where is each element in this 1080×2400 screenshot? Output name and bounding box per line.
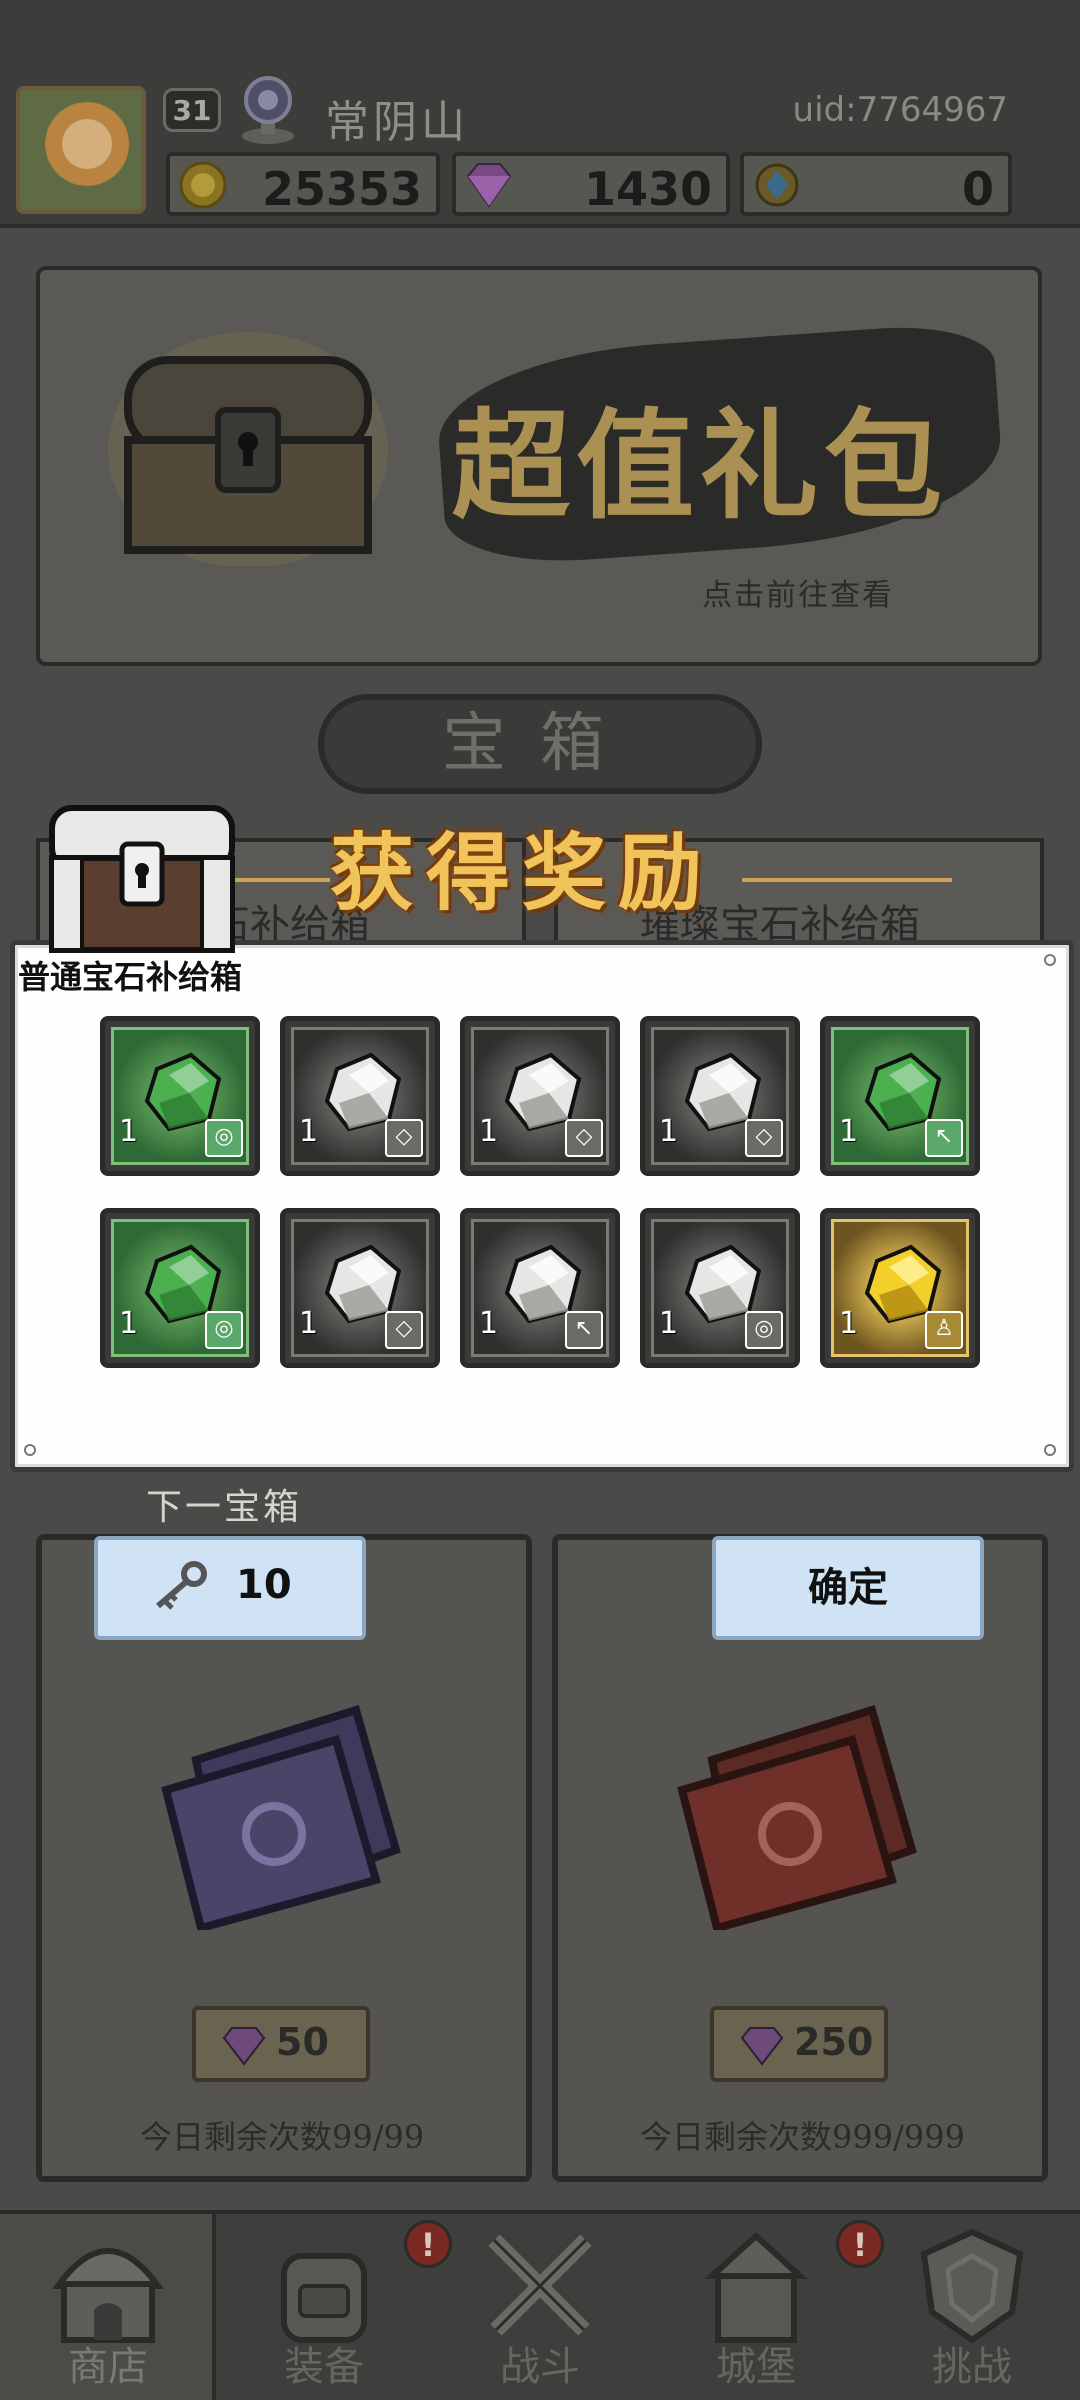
- purple-diamond-icon: [466, 163, 512, 208]
- red-ticket-icon: [677, 1704, 917, 1930]
- reward-item-slot[interactable]: 1 ◎: [100, 1016, 260, 1176]
- purple-diamond-icon: [740, 2027, 784, 2066]
- player-name: 常阴山: [325, 97, 469, 148]
- rank-trophy-icon[interactable]: [233, 70, 303, 148]
- backpack-icon: [281, 2253, 367, 2343]
- price-tag-normal[interactable]: 50: [192, 2006, 370, 2082]
- nav-label: 商店: [68, 2344, 148, 2390]
- next-chest-label: 下一宝箱: [146, 1487, 303, 1528]
- reward-item-slot[interactable]: 1 ◇: [280, 1016, 440, 1176]
- reward-title-line-right: [742, 878, 952, 882]
- shield-emblem-icon: [920, 2228, 1024, 2344]
- purple-ticket-icon: [161, 1704, 401, 1930]
- nav-label: 城堡: [716, 2344, 796, 2390]
- level-badge: 31: [163, 88, 221, 132]
- equip-slot-tag-icon: ◇: [745, 1119, 783, 1157]
- price-value: 50: [276, 2020, 329, 2064]
- item-quantity: 1: [659, 1114, 679, 1149]
- reward-item-slot[interactable]: 1 ◎: [100, 1208, 260, 1368]
- banner-title: 超值礼包: [452, 396, 949, 535]
- equip-slot-tag-icon: ◎: [205, 1119, 243, 1157]
- crossed-swords-icon: [488, 2234, 592, 2336]
- player-uid: uid:7764967: [792, 90, 1008, 130]
- nav-challenge[interactable]: 挑战: [864, 2214, 1080, 2400]
- item-quantity: 1: [299, 1114, 319, 1149]
- equip-slot-tag-icon: ↖: [925, 1119, 963, 1157]
- key-count: 10: [236, 1562, 292, 1608]
- confirm-button[interactable]: 确定: [712, 1536, 984, 1640]
- item-quantity: 1: [119, 1114, 139, 1149]
- blue-crystal-icon: [755, 163, 799, 207]
- remaining-count-normal: 今日剩余次数99/99: [140, 2118, 425, 2156]
- castle-icon: [704, 2231, 808, 2343]
- reward-item-slot[interactable]: 1 ↖: [820, 1016, 980, 1176]
- player-avatar[interactable]: [16, 86, 146, 214]
- reward-item-slot[interactable]: 1 ◎: [640, 1208, 800, 1368]
- item-quantity: 1: [299, 1306, 319, 1341]
- popup-corner-dot: [1044, 954, 1056, 966]
- popup-corner-dot: [1044, 1444, 1056, 1456]
- item-quantity: 1: [839, 1306, 859, 1341]
- item-quantity: 1: [659, 1306, 679, 1341]
- equip-slot-tag-icon: ◇: [565, 1119, 603, 1157]
- reward-item-slot[interactable]: 1 ↖: [460, 1208, 620, 1368]
- treasure-chest-icon: [108, 332, 388, 566]
- gold-value: 25353: [261, 162, 422, 216]
- equip-slot-tag-icon: ◇: [385, 1119, 423, 1157]
- gem-value: 1430: [583, 162, 712, 216]
- equip-slot-tag-icon: ♙: [925, 1311, 963, 1349]
- equip-slot-tag-icon: ◎: [745, 1311, 783, 1349]
- nav-castle[interactable]: 城堡: [648, 2214, 864, 2400]
- reward-item-slot[interactable]: 1 ♙: [820, 1208, 980, 1368]
- nav-shop[interactable]: 商店: [0, 2214, 216, 2400]
- price-value: 250: [794, 2020, 874, 2064]
- reward-item-slot[interactable]: 1 ◇: [640, 1016, 800, 1176]
- equip-slot-tag-icon: ◇: [385, 1311, 423, 1349]
- nav-battle[interactable]: 战斗: [432, 2214, 648, 2400]
- item-quantity: 1: [839, 1114, 859, 1149]
- equip-slot-tag-icon: ◎: [205, 1311, 243, 1349]
- item-quantity: 1: [479, 1114, 499, 1149]
- reward-item-slot[interactable]: 1 ◇: [280, 1208, 440, 1368]
- banner-subtitle: 点击前往查看: [702, 578, 894, 613]
- next-chest-key-button[interactable]: [94, 1536, 366, 1640]
- popup-corner-dot: [24, 1444, 36, 1456]
- gold-counter[interactable]: 25353: [166, 152, 440, 216]
- popup-chest-name: 普通宝石补给箱: [18, 958, 243, 996]
- nav-label: 装备: [284, 2344, 364, 2390]
- crystal-counter[interactable]: 0: [740, 152, 1012, 216]
- crystal-value: 0: [961, 162, 994, 216]
- common-chest-icon: [49, 805, 235, 953]
- reward-item-slot[interactable]: 1 ◇: [460, 1016, 620, 1176]
- purple-diamond-icon: [222, 2027, 266, 2066]
- reward-title: 获得奖励: [330, 823, 715, 922]
- nav-label: 战斗: [500, 2344, 580, 2390]
- nav-equipment[interactable]: 装备: [216, 2214, 432, 2400]
- tab-treasure-chest[interactable]: 宝箱: [318, 694, 762, 794]
- item-quantity: 1: [119, 1306, 139, 1341]
- price-tag-premium[interactable]: 250: [710, 2006, 888, 2082]
- shop-icon: [52, 2248, 164, 2343]
- key-icon: [156, 1561, 207, 1610]
- remaining-count-premium: 今日剩余次数999/999: [640, 2118, 965, 2156]
- nav-label: 挑战: [932, 2344, 1012, 2390]
- item-quantity: 1: [479, 1306, 499, 1341]
- equip-slot-tag-icon: ↖: [565, 1311, 603, 1349]
- gold-coin-icon: [179, 161, 227, 209]
- gem-counter[interactable]: 1430: [452, 152, 730, 216]
